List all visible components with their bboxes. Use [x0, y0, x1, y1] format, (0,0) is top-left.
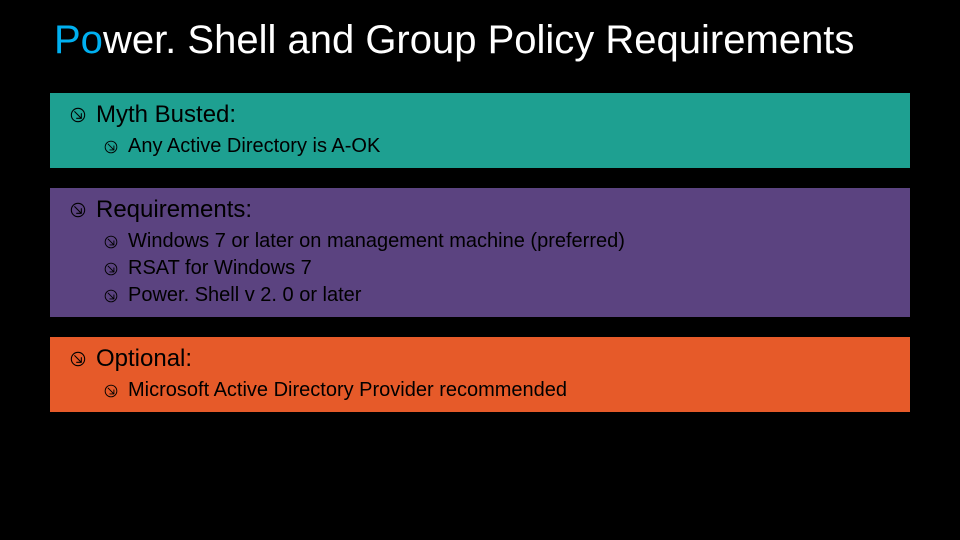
content-area: Myth Busted: Any Active Directory is A-O… — [0, 93, 960, 412]
list-item-text: Microsoft Active Directory Provider reco… — [128, 377, 567, 404]
arrow-circle-icon — [104, 235, 118, 249]
section-items: Windows 7 or later on management machine… — [70, 228, 910, 309]
arrow-circle-icon — [70, 202, 86, 218]
section-heading-row: Optional: — [70, 345, 910, 373]
section-requirements: Requirements: Windows 7 or later on mana… — [50, 188, 910, 317]
arrow-circle-icon — [104, 262, 118, 276]
arrow-circle-icon — [104, 289, 118, 303]
arrow-circle-icon — [70, 351, 86, 367]
section-items: Any Active Directory is A-OK — [70, 133, 910, 160]
arrow-circle-icon — [70, 107, 86, 123]
slide-title-wrap: Power. Shell and Group Policy Requiremen… — [0, 0, 960, 73]
list-item: Power. Shell v 2. 0 or later — [104, 282, 910, 309]
list-item: Microsoft Active Directory Provider reco… — [104, 377, 910, 404]
section-items: Microsoft Active Directory Provider reco… — [70, 377, 910, 404]
arrow-circle-icon — [104, 140, 118, 154]
section-heading: Myth Busted: — [96, 101, 236, 129]
arrow-circle-icon — [104, 384, 118, 398]
section-heading-row: Requirements: — [70, 196, 910, 224]
list-item: Windows 7 or later on management machine… — [104, 228, 910, 255]
list-item: Any Active Directory is A-OK — [104, 133, 910, 160]
list-item-text: RSAT for Windows 7 — [128, 255, 312, 282]
list-item-text: Any Active Directory is A-OK — [128, 133, 380, 160]
section-optional: Optional: Microsoft Active Directory Pro… — [50, 337, 910, 412]
section-heading-row: Myth Busted: — [70, 101, 910, 129]
title-accent: Po — [54, 18, 103, 62]
list-item-text: Windows 7 or later on management machine… — [128, 228, 625, 255]
section-heading: Requirements: — [96, 196, 252, 224]
slide-title: Power. Shell and Group Policy Requiremen… — [54, 18, 906, 63]
list-item: RSAT for Windows 7 — [104, 255, 910, 282]
list-item-text: Power. Shell v 2. 0 or later — [128, 282, 361, 309]
title-rest: wer. Shell and Group Policy Requirements — [103, 18, 854, 62]
section-myth: Myth Busted: Any Active Directory is A-O… — [50, 93, 910, 168]
section-heading: Optional: — [96, 345, 192, 373]
